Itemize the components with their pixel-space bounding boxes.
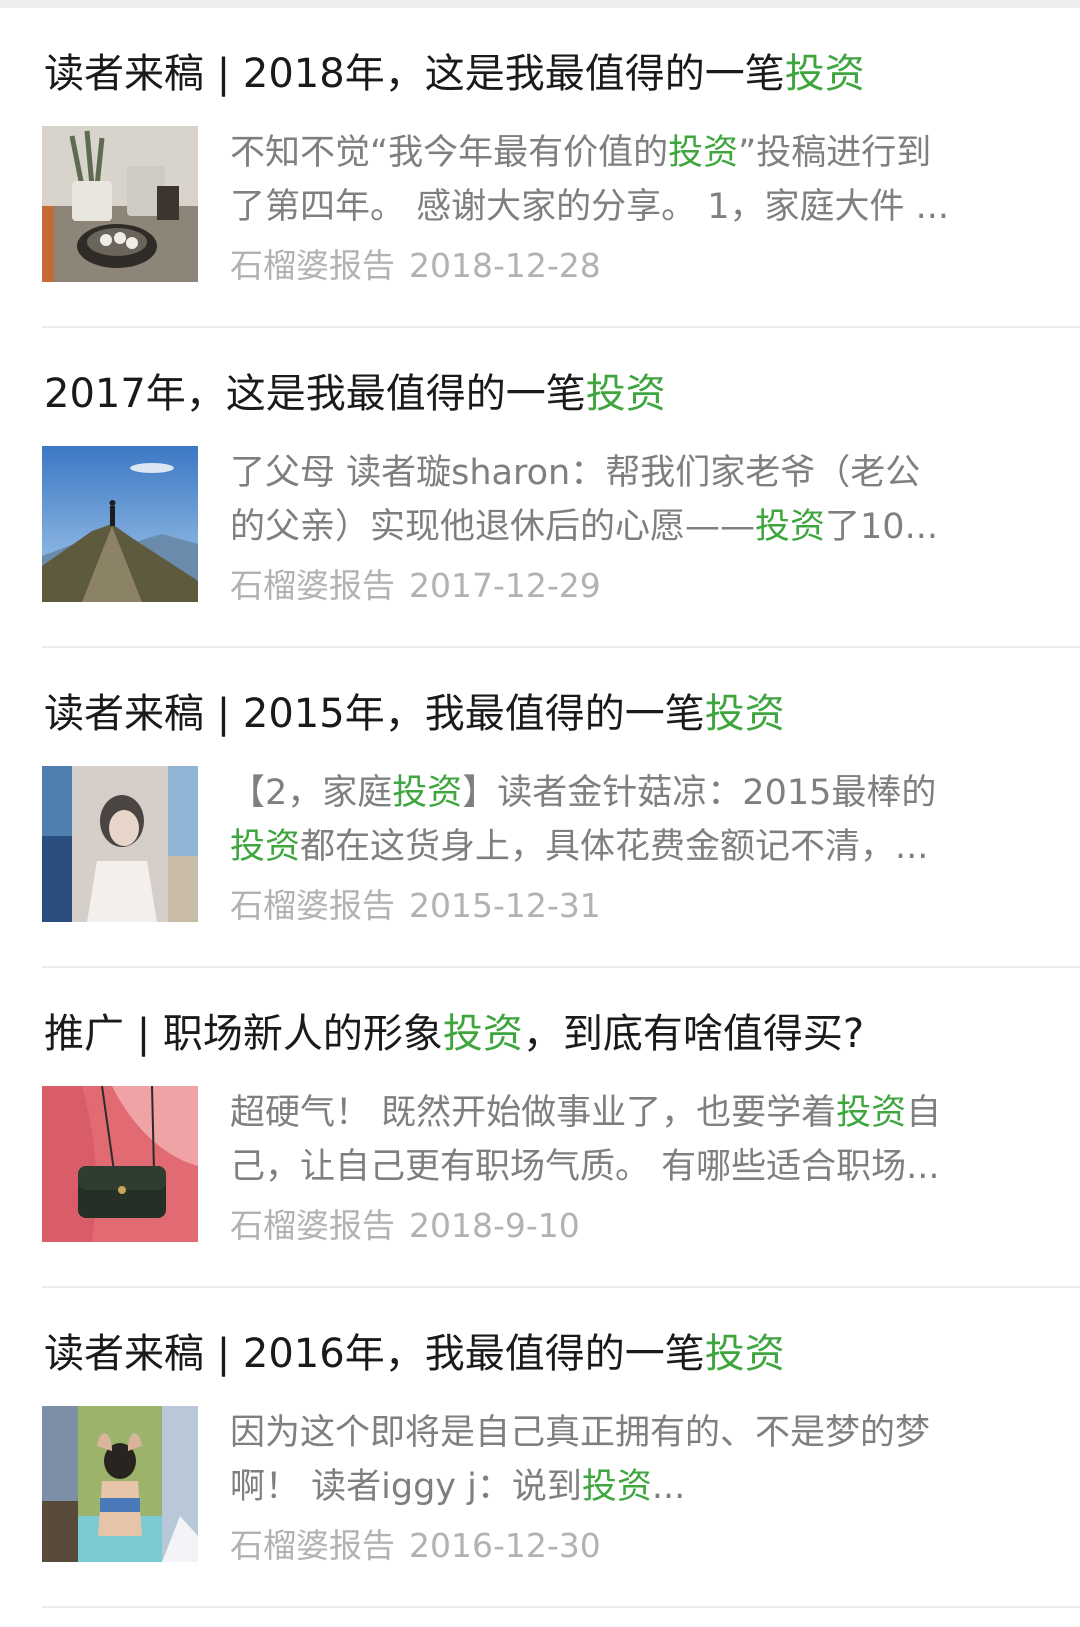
digest-line: 了第四年。 感谢大家的分享。 1，家庭大件 ... (230, 187, 950, 227)
article-thumbnail[interactable] (42, 1086, 198, 1242)
digest-line: 的父亲）实现他退休后的心愿——投资了10... (230, 507, 938, 547)
publish-date: 2017-12-29 (409, 566, 601, 605)
keyword-highlight: 投资 (704, 1331, 785, 1377)
article-meta: 石榴婆报告 2016-12-30 (230, 1524, 601, 1568)
article-meta: 石榴婆报告 2018-12-28 (230, 244, 601, 288)
divider (42, 1606, 1080, 1608)
travel-collage-photo-image (42, 1406, 198, 1562)
tea-cup-photo-image (42, 126, 198, 282)
article-meta: 石榴婆报告 2017-12-29 (230, 564, 601, 608)
article-thumbnail[interactable] (42, 446, 198, 602)
digest-line: 啊！ 读者iggy j：说到投资... (230, 1467, 686, 1507)
publish-date: 2018-12-28 (409, 246, 601, 285)
article-item[interactable]: 推广 | 职场新人的形象投资，到底有啥值得买? 超硬气！ 既然开始做事业了，也要… (0, 968, 1080, 1288)
article-title[interactable]: 2017年，这是我最值得的一笔投资 (44, 368, 1044, 420)
source-name: 石榴婆报告 (230, 886, 395, 925)
article-list: 读者来稿 | 2018年，这是我最值得的一笔投资 不知不觉“我今年最有价值的投资… (0, 8, 1080, 1608)
keyword-highlight: 投资 (704, 691, 785, 737)
article-item[interactable]: 2017年，这是我最值得的一笔投资 了父母 读者璇sharon：帮我们家老爷（老… (0, 328, 1080, 648)
digest-line: 投资都在这货身上，具体花费金额记不清，... (230, 827, 929, 867)
source-name: 石榴婆报告 (230, 246, 395, 285)
digest-line: 因为这个即将是自己真正拥有的、不是梦的梦 (230, 1413, 931, 1453)
article-title[interactable]: 读者来稿 | 2015年，我最值得的一笔投资 (44, 688, 1044, 740)
keyword-highlight: 投资 (442, 1011, 523, 1057)
article-digest: 超硬气！ 既然开始做事业了，也要学着投资自 己，让自己更有职场气质。 有哪些适合… (230, 1086, 1030, 1194)
handbag-photo-image (42, 1086, 198, 1242)
source-name: 石榴婆报告 (230, 1526, 395, 1565)
digest-line: 超硬气！ 既然开始做事业了，也要学着投资自 (230, 1093, 942, 1133)
source-name: 石榴婆报告 (230, 1206, 395, 1245)
keyword-highlight: 投资 (755, 507, 826, 547)
digest-line: 己，让自己更有职场气质。 有哪些适合职场... (230, 1147, 940, 1187)
publish-date: 2018-9-10 (409, 1206, 580, 1245)
article-digest: 了父母 读者璇sharon：帮我们家老爷（老公 的父亲）实现他退休后的心愿——投… (230, 446, 1030, 554)
article-item[interactable]: 读者来稿 | 2018年，这是我最值得的一笔投资 不知不觉“我今年最有价值的投资… (0, 8, 1080, 328)
publish-date: 2016-12-30 (409, 1526, 601, 1565)
keyword-highlight: 投资 (392, 773, 463, 813)
article-meta: 石榴婆报告 2018-9-10 (230, 1204, 580, 1248)
keyword-highlight: 投资 (585, 371, 666, 417)
keyword-highlight: 投资 (230, 827, 301, 867)
digest-line: 【2，家庭投资】读者金针菇凉：2015最棒的 (230, 773, 937, 813)
source-name: 石榴婆报告 (230, 566, 395, 605)
article-digest: 不知不觉“我今年最有价值的投资”投稿进行到 了第四年。 感谢大家的分享。 1，家… (230, 126, 1030, 234)
article-meta: 石榴婆报告 2015-12-31 (230, 884, 601, 928)
article-digest: 因为这个即将是自己真正拥有的、不是梦的梦 啊！ 读者iggy j：说到投资... (230, 1406, 1030, 1514)
article-title[interactable]: 推广 | 职场新人的形象投资，到底有啥值得买? (44, 1008, 1044, 1060)
keyword-highlight: 投资 (668, 133, 739, 173)
mountain-photo-image (42, 446, 198, 602)
article-item[interactable]: 读者来稿 | 2016年，我最值得的一笔投资 因为这个即将是自己真正拥有的、不是… (0, 1288, 1080, 1608)
article-thumbnail[interactable] (42, 126, 198, 282)
top-separator-bar (0, 0, 1080, 8)
publish-date: 2015-12-31 (409, 886, 601, 925)
article-title[interactable]: 读者来稿 | 2016年，我最值得的一笔投资 (44, 1328, 1044, 1380)
article-digest: 【2，家庭投资】读者金针菇凉：2015最棒的 投资都在这货身上，具体花费金额记不… (230, 766, 1030, 874)
article-thumbnail[interactable] (42, 766, 198, 922)
article-thumbnail[interactable] (42, 1406, 198, 1562)
keyword-highlight: 投资 (581, 1467, 652, 1507)
keyword-highlight: 投资 (836, 1093, 907, 1133)
digest-line: 不知不觉“我今年最有价值的投资”投稿进行到 (230, 133, 932, 173)
digest-line: 了父母 读者璇sharon：帮我们家老爷（老公 (230, 453, 921, 493)
article-title[interactable]: 读者来稿 | 2018年，这是我最值得的一笔投资 (44, 48, 1044, 100)
beach-portrait-photo-image (42, 766, 198, 922)
keyword-highlight: 投资 (784, 51, 865, 97)
article-item[interactable]: 读者来稿 | 2015年，我最值得的一笔投资 【2，家庭投资】读者金针菇凉：20… (0, 648, 1080, 968)
